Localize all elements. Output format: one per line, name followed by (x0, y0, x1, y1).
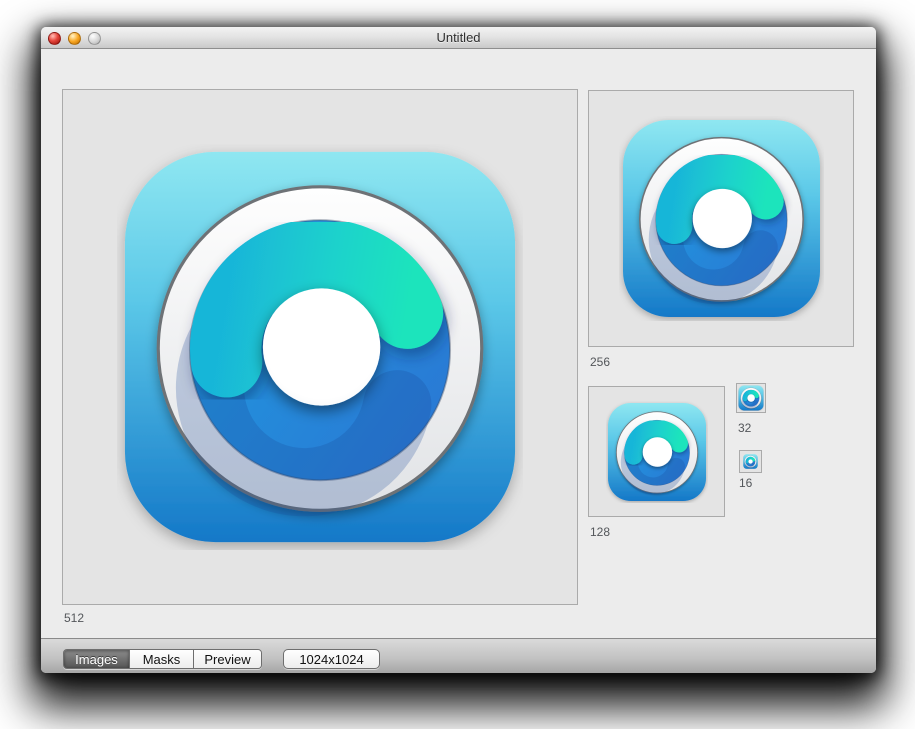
preview-well-32[interactable] (736, 383, 766, 413)
tab-images[interactable]: Images (64, 650, 130, 668)
preview-well-128[interactable] (588, 386, 725, 517)
title-bar[interactable]: Untitled (41, 27, 876, 49)
app-icon-preview-16 (743, 454, 758, 469)
size-1024-button[interactable]: 1024x1024 (283, 649, 380, 669)
app-icon-preview-128 (606, 401, 708, 503)
app-window: Untitled 512 256 128 32 16 (41, 27, 876, 673)
size-label-16: 16 (739, 476, 752, 490)
size-label-128: 128 (590, 525, 610, 539)
window-title: Untitled (41, 30, 876, 45)
preview-well-512[interactable] (62, 89, 578, 605)
bottom-toolbar: Images Masks Preview 1024x1024 (41, 638, 876, 673)
tab-preview[interactable]: Preview (194, 650, 261, 668)
app-icon-preview-256 (619, 116, 824, 321)
size-label-32: 32 (738, 421, 751, 435)
app-icon-preview-32 (738, 385, 764, 411)
tab-masks[interactable]: Masks (130, 650, 194, 668)
desktop-background: Untitled 512 256 128 32 16 (0, 0, 915, 729)
preview-well-16[interactable] (739, 450, 762, 473)
preview-well-256[interactable] (588, 90, 854, 347)
document-canvas: 512 256 128 32 16 (41, 49, 876, 638)
size-label-256: 256 (590, 355, 610, 369)
app-icon-preview-512 (117, 144, 523, 550)
view-mode-segmented-control: Images Masks Preview (63, 649, 262, 669)
size-label-512: 512 (64, 611, 84, 625)
